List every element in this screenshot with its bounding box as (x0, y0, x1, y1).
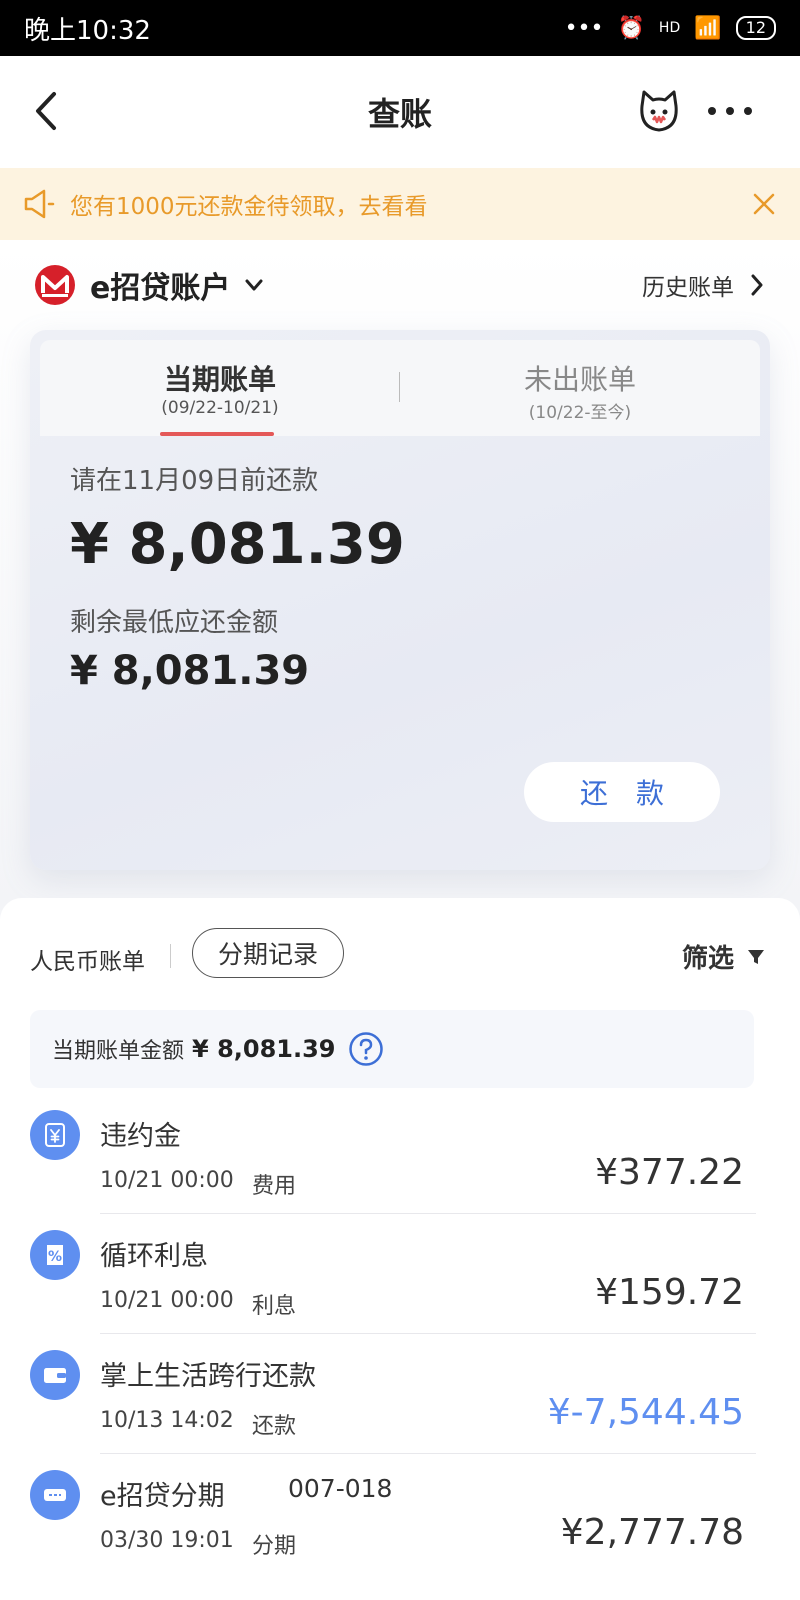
due-amount: ¥ 8,081.39 (70, 512, 405, 577)
chevron-down-icon[interactable] (242, 273, 266, 297)
signal-icon: HD (658, 20, 681, 36)
account-row: e招贷账户 历史账单 (34, 258, 766, 312)
close-icon[interactable] (750, 190, 778, 218)
filter-label: 筛选 (681, 944, 734, 974)
back-arrow-icon[interactable] (28, 86, 78, 136)
tab-current-bill[interactable]: 当期账单 (09/22-10/21) (40, 340, 400, 436)
min-payment-label: 剩余最低应还金额 (70, 608, 279, 638)
bill-details-panel: 人民币账单 分期记录 筛选 当期账单金额 ¥ 8,081.39 违约金 10/2… (0, 898, 800, 1600)
transaction-type: 还款 (252, 1414, 297, 1439)
transaction-type: 费用 (252, 1174, 297, 1199)
transaction-amount: ¥159.72 (595, 1272, 744, 1313)
bill-tabs: 当期账单 (09/22-10/21) 未出账单 (10/22-至今) (40, 340, 760, 436)
transaction-row[interactable]: 掌上生活跨行还款 10/13 14:02 还款 ¥-7,544.45 (0, 1334, 800, 1454)
transaction-list: 违约金 10/21 00:00 费用 ¥377.22 % 循环利息 10/21 … (0, 1094, 800, 1574)
transaction-time: 03/30 19:01 (100, 1528, 234, 1553)
wallet-icon (30, 1350, 80, 1400)
transaction-type: 分期 (252, 1534, 297, 1559)
transaction-title: 循环利息 (100, 1241, 208, 1272)
status-time: 晚上10:32 (24, 15, 151, 46)
tab-label: 当期账单 (163, 363, 276, 396)
filter-button[interactable]: 筛选 (682, 938, 766, 975)
status-bar: 晚上10:32 ••• ⏰ HD 📶 12 (0, 0, 800, 56)
notice-bar[interactable]: 您有1000元还款金待领取，去看看 (0, 168, 800, 240)
installment-icon (30, 1470, 80, 1520)
transaction-code: 007-018 (288, 1474, 393, 1503)
more-icon[interactable] (700, 96, 760, 126)
transaction-amount: ¥-7,544.45 (547, 1392, 744, 1433)
yen-icon (30, 1110, 80, 1160)
summary-label: 当期账单金额 (52, 1039, 185, 1064)
mascot-icon[interactable] (636, 88, 682, 134)
wifi-icon: 📶 (694, 15, 722, 41)
notice-text[interactable]: 您有1000元还款金待领取，去看看 (70, 187, 750, 221)
bill-card: 当期账单 (09/22-10/21) 未出账单 (10/22-至今) 请在11月… (30, 330, 770, 870)
more-dots-icon: ••• (564, 15, 604, 41)
tab-range: (10/22-至今) (528, 403, 632, 423)
active-tab-indicator (160, 432, 274, 436)
help-icon[interactable] (348, 1031, 384, 1067)
currency-bill-label: 人民币账单 (30, 949, 145, 975)
history-bills-link[interactable]: 历史账单 (642, 268, 766, 302)
transaction-row[interactable]: 违约金 10/21 00:00 费用 ¥377.22 (0, 1094, 800, 1214)
status-icons: ••• ⏰ HD 📶 12 (565, 16, 776, 41)
transaction-row[interactable]: % 循环利息 10/21 00:00 利息 ¥159.72 (0, 1214, 800, 1334)
tab-range: (09/22-10/21) (161, 398, 279, 418)
transaction-amount: ¥2,777.78 (560, 1512, 744, 1553)
transaction-time: 10/21 00:00 (100, 1168, 234, 1193)
svg-text:%: % (48, 1249, 62, 1265)
due-date-label: 请在11月09日前还款 (70, 466, 319, 496)
percent-icon: % (30, 1230, 80, 1280)
alarm-icon: ⏰ (617, 15, 645, 41)
nav-bar: 查账 (0, 56, 800, 168)
bank-logo-icon (35, 265, 75, 305)
transaction-time: 10/13 14:02 (100, 1408, 234, 1433)
page-title: 查账 (367, 95, 432, 133)
transaction-title: 违约金 (100, 1121, 181, 1152)
min-payment-amount: ¥ 8,081.39 (70, 648, 310, 694)
installment-records-button[interactable]: 分期记录 (192, 928, 344, 978)
speaker-icon (24, 189, 55, 219)
transaction-title: 掌上生活跨行还款 (100, 1361, 316, 1392)
tab-label: 未出账单 (523, 363, 636, 396)
history-bills-label: 历史账单 (642, 275, 734, 301)
summary-amount: ¥ 8,081.39 (192, 1035, 336, 1063)
tab-unbilled[interactable]: 未出账单 (10/22-至今) (400, 340, 760, 436)
battery-icon: 12 (735, 16, 776, 40)
filter-icon (748, 949, 764, 964)
repay-button[interactable]: 还款 (524, 762, 720, 822)
chevron-right-icon (751, 274, 763, 296)
transaction-amount: ¥377.22 (595, 1152, 744, 1193)
transaction-type: 利息 (252, 1294, 297, 1319)
transaction-row[interactable]: e招贷分期 007-018 03/30 19:01 分期 ¥2,777.78 (0, 1454, 800, 1574)
transaction-time: 10/21 00:00 (100, 1288, 234, 1313)
bill-summary: 当期账单金额 ¥ 8,081.39 (30, 1010, 754, 1088)
header-divider (170, 944, 171, 968)
transaction-title: e招贷分期 (100, 1481, 225, 1512)
account-name[interactable]: e招贷账户 (90, 263, 230, 307)
